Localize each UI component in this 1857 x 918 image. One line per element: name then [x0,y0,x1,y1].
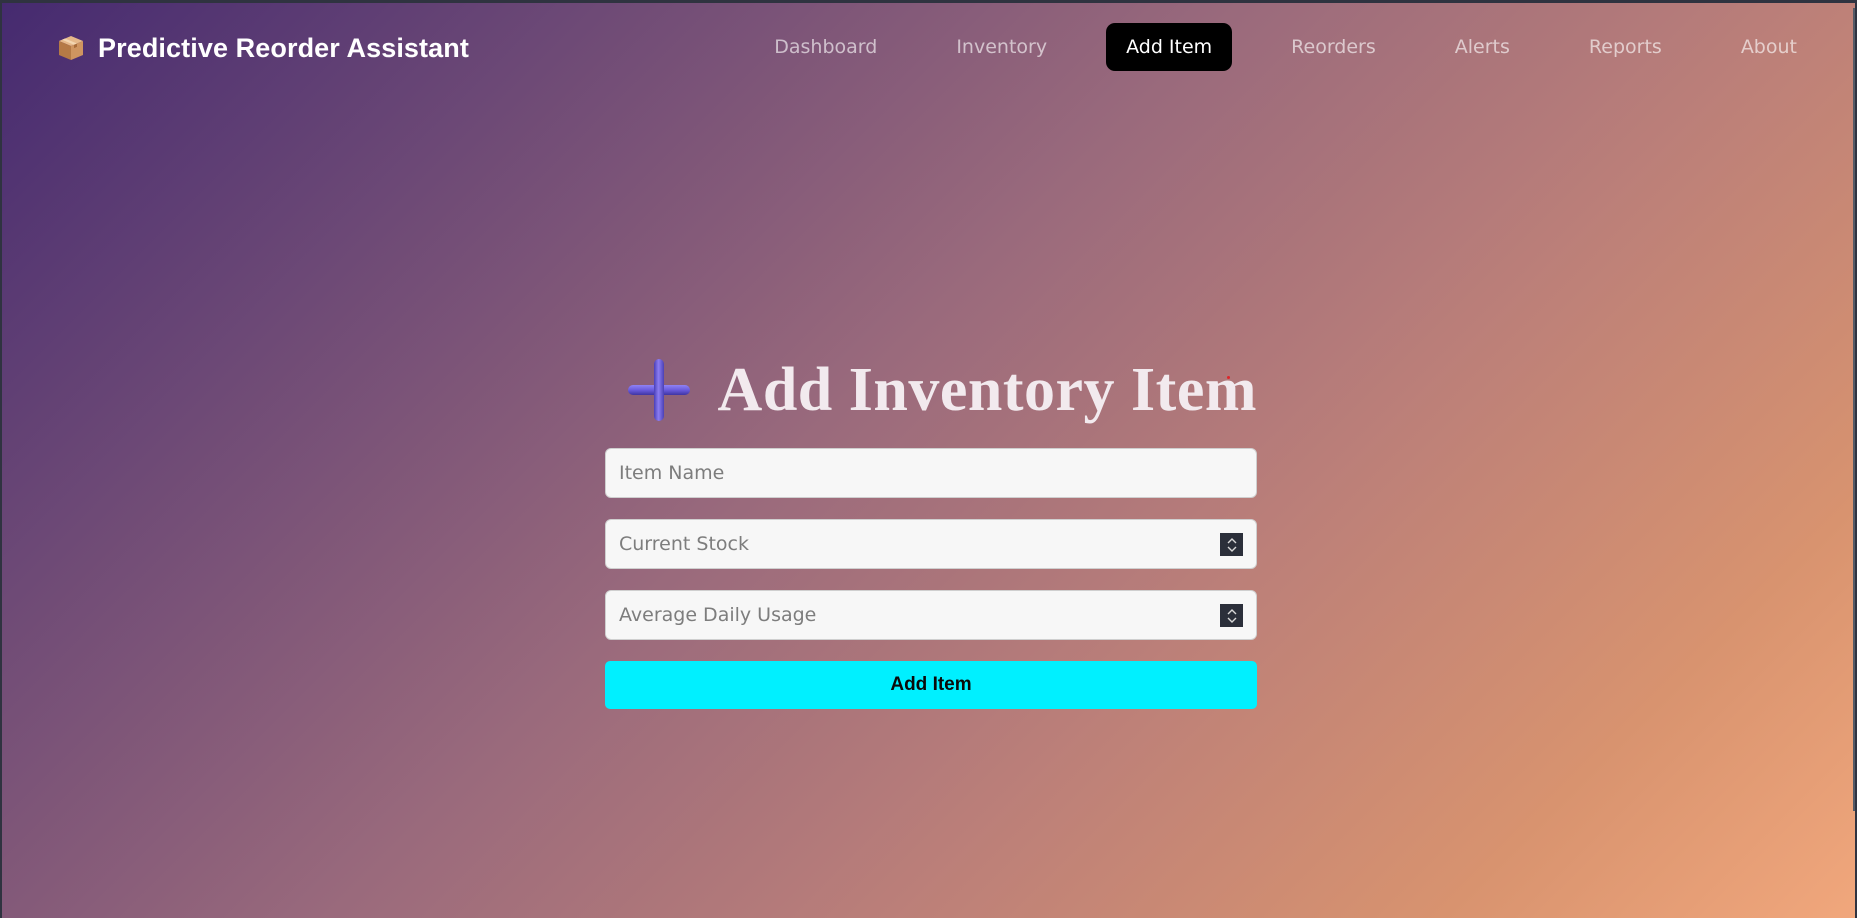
add-item-form-section: Add Inventory Item Add Item [605,350,1257,709]
page-title: Add Inventory Item [717,355,1257,424]
package-box-icon [56,33,86,63]
red-dot-marker [1227,375,1230,379]
avg-daily-usage-spinner-icon[interactable] [1220,604,1243,627]
page-heading: Add Inventory Item [605,350,1257,430]
plus-icon [624,355,694,425]
window-left-border [0,0,2,918]
current-stock-field [605,519,1257,569]
nav-reports[interactable]: Reports [1569,23,1682,71]
nav-dashboard[interactable]: Dashboard [754,23,897,71]
scrollbar[interactable] [1853,8,1855,811]
window-top-border [0,0,1857,3]
nav-inventory[interactable]: Inventory [936,23,1067,71]
avg-daily-usage-field [605,590,1257,640]
form-fields: Add Item [605,448,1257,709]
brand[interactable]: Predictive Reorder Assistant [56,28,469,68]
nav-add-item[interactable]: Add Item [1106,23,1233,71]
current-stock-spinner-icon[interactable] [1220,533,1243,556]
add-item-button[interactable]: Add Item [605,661,1257,709]
item-name-field [605,448,1257,498]
app-title: Predictive Reorder Assistant [98,32,469,63]
nav-reorders[interactable]: Reorders [1271,23,1396,71]
avg-daily-usage-input[interactable] [606,591,1256,639]
main-nav: Dashboard Inventory Add Item Reorders Al… [715,23,1817,71]
nav-alerts[interactable]: Alerts [1435,23,1530,71]
nav-about[interactable]: About [1721,23,1817,71]
current-stock-input[interactable] [606,520,1256,568]
item-name-input[interactable] [606,449,1256,497]
